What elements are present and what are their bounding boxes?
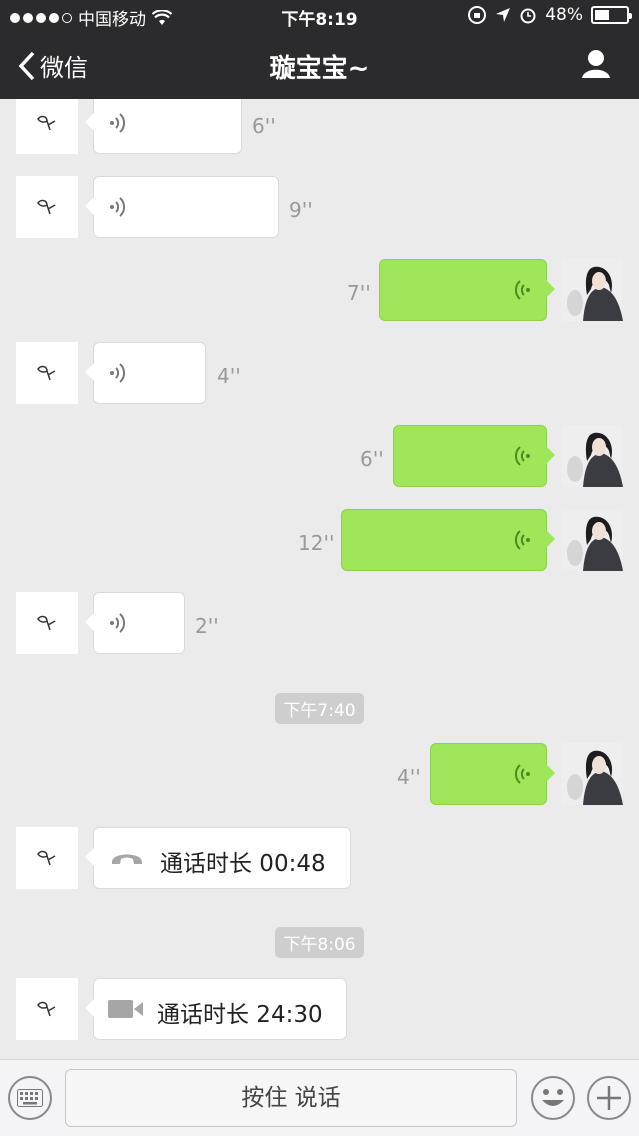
voice-wave-icon xyxy=(514,530,530,550)
keyboard-icon xyxy=(17,1089,43,1107)
timestamp-label: 下午8:06 xyxy=(275,927,364,958)
voice-duration: 7'' xyxy=(347,281,371,305)
message-row: 12'' xyxy=(0,509,639,573)
rotation-lock-icon xyxy=(468,6,487,24)
smiley-icon xyxy=(542,1089,564,1106)
battery-percent: 48% xyxy=(545,5,583,25)
my-avatar[interactable] xyxy=(561,743,623,805)
voice-wave-icon xyxy=(110,197,126,217)
sprout-icon xyxy=(37,1001,56,1017)
voice-wave-icon xyxy=(514,764,530,784)
message-row: 6'' xyxy=(0,425,639,489)
voice-duration: 6'' xyxy=(360,447,384,471)
emoji-button[interactable] xyxy=(531,1076,575,1120)
hold-to-talk-button[interactable]: 按住 说话 xyxy=(65,1069,517,1127)
message-row: 6'' xyxy=(0,99,639,156)
contact-avatar[interactable] xyxy=(16,176,78,238)
call-row: 通话时长 24:30 xyxy=(0,978,639,1042)
voice-duration: 4'' xyxy=(217,364,241,388)
avatar-portrait-icon xyxy=(561,743,623,805)
plus-icon xyxy=(597,1086,621,1110)
contact-avatar[interactable] xyxy=(16,342,78,404)
phone-icon xyxy=(112,854,142,864)
voice-duration: 12'' xyxy=(298,531,335,555)
more-button[interactable] xyxy=(587,1076,631,1120)
contact-avatar[interactable] xyxy=(16,99,78,154)
voice-wave-icon xyxy=(110,363,126,383)
message-row: 9'' xyxy=(0,176,639,240)
location-icon xyxy=(496,8,511,22)
call-bubble[interactable]: 通话时长 24:30 xyxy=(85,978,347,1040)
voice-bubble[interactable] xyxy=(85,592,185,654)
voice-bubble[interactable] xyxy=(85,176,279,238)
my-avatar[interactable] xyxy=(561,425,623,487)
message-row: 4'' xyxy=(0,743,639,807)
input-bar: 按住 说话 xyxy=(0,1059,639,1136)
my-avatar[interactable] xyxy=(561,259,623,321)
video-camera-icon xyxy=(108,1000,143,1018)
voice-bubble[interactable] xyxy=(393,425,555,487)
avatar-portrait-icon xyxy=(561,259,623,321)
contact-avatar[interactable] xyxy=(16,827,78,889)
sprout-icon xyxy=(37,199,56,215)
contact-info-icon[interactable] xyxy=(581,48,611,80)
message-row: 4'' xyxy=(0,342,639,406)
call-duration-text: 通话时长 00:48 xyxy=(160,851,326,877)
battery-icon xyxy=(591,6,632,24)
sprout-icon xyxy=(37,615,56,631)
message-row: 2'' xyxy=(0,592,639,656)
voice-duration: 2'' xyxy=(195,614,219,638)
call-bubble[interactable]: 通话时长 00:48 xyxy=(85,827,351,889)
voice-duration: 4'' xyxy=(397,765,421,789)
call-row: 通话时长 00:48 xyxy=(0,827,639,891)
voice-bubble[interactable] xyxy=(85,342,206,404)
chat-area[interactable]: 6'' 9'' 7'' 4'' 6'' 12'' 2'' 下午7:40 4'' … xyxy=(0,99,639,1059)
avatar-portrait-icon xyxy=(561,425,623,487)
timestamp-label: 下午7:40 xyxy=(275,693,364,724)
voice-bubble[interactable] xyxy=(379,259,555,321)
top-bar: 中国移动 下午8:19 48% 微信 璇宝宝~ xyxy=(0,0,639,99)
avatar-portrait-icon xyxy=(561,509,623,571)
voice-wave-icon xyxy=(514,446,530,466)
call-duration-text: 通话时长 24:30 xyxy=(157,1002,323,1028)
keyboard-toggle-button[interactable] xyxy=(8,1076,52,1120)
status-bar: 中国移动 下午8:19 48% xyxy=(0,0,639,32)
voice-duration: 9'' xyxy=(289,198,313,222)
sprout-icon xyxy=(37,850,56,866)
alarm-icon xyxy=(520,8,536,24)
voice-wave-icon xyxy=(514,280,530,300)
timestamp: 下午8:06 xyxy=(0,927,639,958)
voice-wave-icon xyxy=(110,113,126,133)
voice-bubble[interactable] xyxy=(85,99,242,154)
nav-bar: 微信 璇宝宝~ xyxy=(0,32,639,99)
message-row: 7'' xyxy=(0,259,639,323)
sprout-icon xyxy=(37,365,56,381)
my-avatar[interactable] xyxy=(561,509,623,571)
voice-bubble[interactable] xyxy=(430,743,555,805)
voice-wave-icon xyxy=(110,613,126,633)
voice-bubble[interactable] xyxy=(341,509,555,571)
contact-avatar[interactable] xyxy=(16,978,78,1040)
timestamp: 下午7:40 xyxy=(0,693,639,724)
chat-title: 璇宝宝~ xyxy=(269,54,370,84)
voice-duration: 6'' xyxy=(252,114,276,138)
contact-avatar[interactable] xyxy=(16,592,78,654)
sprout-icon xyxy=(37,115,56,131)
